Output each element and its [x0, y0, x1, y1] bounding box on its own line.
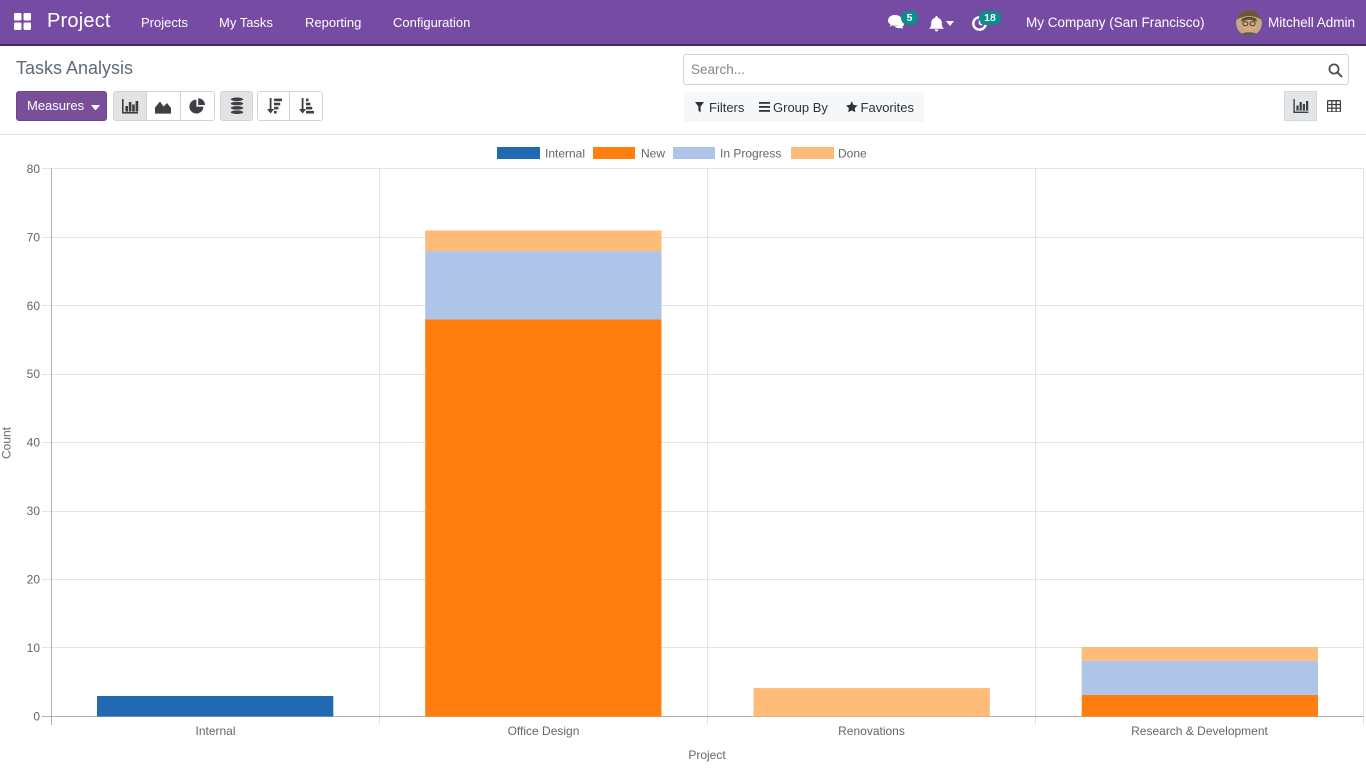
svg-text:In Progress: In Progress: [720, 147, 781, 161]
svg-text:Internal: Internal: [195, 724, 235, 738]
svg-text:30: 30: [27, 504, 41, 518]
svg-text:Research & Development: Research & Development: [1131, 724, 1268, 738]
svg-text:New: New: [641, 147, 665, 161]
svg-text:Internal: Internal: [545, 147, 585, 161]
svg-text:50: 50: [27, 367, 41, 381]
svg-text:Office Design: Office Design: [508, 724, 580, 738]
svg-text:Project: Project: [688, 748, 726, 762]
svg-text:70: 70: [27, 230, 41, 244]
svg-text:60: 60: [27, 299, 41, 313]
svg-text:0: 0: [33, 710, 40, 724]
svg-text:40: 40: [27, 436, 41, 450]
svg-text:Renovations: Renovations: [838, 724, 905, 738]
svg-text:Count: Count: [0, 426, 14, 459]
svg-text:Done: Done: [838, 147, 867, 161]
svg-text:20: 20: [27, 573, 41, 587]
svg-text:80: 80: [27, 162, 41, 176]
svg-text:10: 10: [27, 641, 41, 655]
